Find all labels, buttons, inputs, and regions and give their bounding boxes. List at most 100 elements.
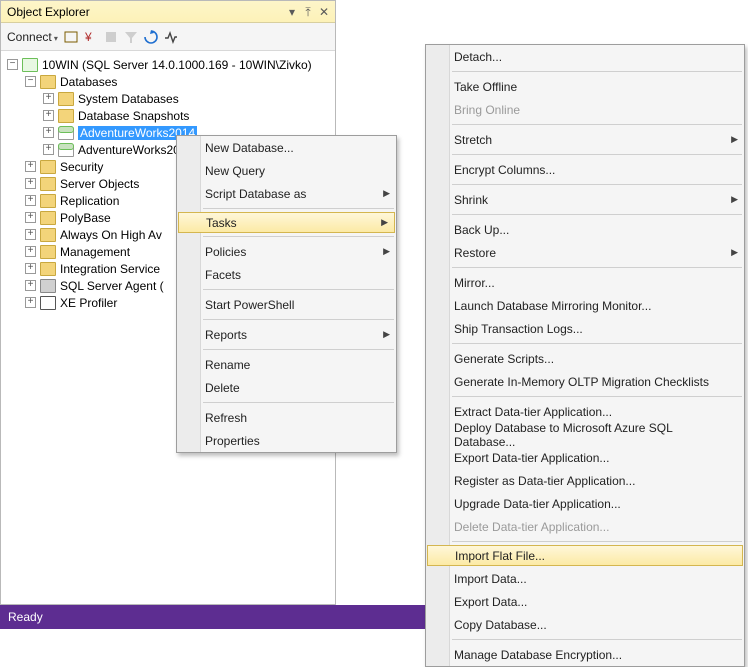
- menu-separator: [452, 184, 742, 185]
- databases-node[interactable]: − Databases: [3, 73, 333, 90]
- database-context-menu: New Database... New Query Script Databas…: [176, 135, 397, 453]
- connect-server-icon[interactable]: [64, 30, 78, 44]
- collapse-icon[interactable]: −: [7, 59, 18, 70]
- expand-icon[interactable]: +: [25, 161, 36, 172]
- menu-new-database[interactable]: New Database...: [177, 136, 396, 159]
- menu-restore[interactable]: Restore▶: [426, 241, 744, 264]
- menu-launch-mirroring-monitor[interactable]: Launch Database Mirroring Monitor...: [426, 294, 744, 317]
- menu-tasks[interactable]: Tasks▶: [178, 212, 395, 233]
- node-label: Server Objects: [60, 177, 139, 191]
- menu-ship-transaction-logs[interactable]: Ship Transaction Logs...: [426, 317, 744, 340]
- window-options-icon[interactable]: ▾: [285, 1, 299, 23]
- menu-deploy-azure[interactable]: Deploy Database to Microsoft Azure SQL D…: [426, 423, 744, 446]
- expand-icon[interactable]: +: [25, 280, 36, 291]
- menu-script-database[interactable]: Script Database as▶: [177, 182, 396, 205]
- menu-detach[interactable]: Detach...: [426, 45, 744, 68]
- menu-label: Register as Data-tier Application...: [454, 474, 635, 488]
- menu-label: Take Offline: [454, 80, 517, 94]
- menu-delete-data-tier: Delete Data-tier Application...: [426, 515, 744, 538]
- chevron-right-icon: ▶: [731, 134, 738, 145]
- menu-label: Generate In-Memory OLTP Migration Checkl…: [454, 375, 709, 389]
- activity-icon[interactable]: [164, 30, 178, 44]
- node-label: Database Snapshots: [78, 109, 189, 123]
- menu-shrink[interactable]: Shrink▶: [426, 188, 744, 211]
- status-text: Ready: [8, 610, 43, 624]
- menu-label: Ship Transaction Logs...: [454, 322, 583, 336]
- panel-title-text: Object Explorer: [7, 1, 90, 23]
- menu-separator: [452, 396, 742, 397]
- folder-icon: [40, 177, 56, 191]
- expand-icon[interactable]: +: [43, 144, 54, 155]
- menu-encrypt-columns[interactable]: Encrypt Columns...: [426, 158, 744, 181]
- menu-label: Tasks: [206, 216, 237, 230]
- database-snapshots-node[interactable]: + Database Snapshots: [3, 107, 333, 124]
- folder-icon: [58, 109, 74, 123]
- menu-back-up[interactable]: Back Up...: [426, 218, 744, 241]
- menu-start-powershell[interactable]: Start PowerShell: [177, 293, 396, 316]
- menu-label: Encrypt Columns...: [454, 163, 555, 177]
- menu-properties[interactable]: Properties: [177, 429, 396, 452]
- menu-manage-encryption[interactable]: Manage Database Encryption...: [426, 643, 744, 666]
- menu-upgrade-data-tier[interactable]: Upgrade Data-tier Application...: [426, 492, 744, 515]
- menu-label: New Database...: [205, 141, 294, 155]
- menu-facets[interactable]: Facets: [177, 263, 396, 286]
- menu-take-offline[interactable]: Take Offline: [426, 75, 744, 98]
- expand-icon[interactable]: +: [25, 263, 36, 274]
- expand-icon[interactable]: +: [25, 297, 36, 308]
- filter-icon[interactable]: [124, 30, 138, 44]
- node-label: Management: [60, 245, 130, 259]
- menu-refresh[interactable]: Refresh: [177, 406, 396, 429]
- menu-generate-oltp-checklists[interactable]: Generate In-Memory OLTP Migration Checkl…: [426, 370, 744, 393]
- menu-rename[interactable]: Rename: [177, 353, 396, 376]
- stop-icon[interactable]: [104, 30, 118, 44]
- expand-icon[interactable]: +: [25, 212, 36, 223]
- expand-icon[interactable]: +: [43, 110, 54, 121]
- menu-label: Generate Scripts...: [454, 352, 554, 366]
- menu-import-flat-file[interactable]: Import Flat File...: [427, 545, 743, 566]
- menu-generate-scripts[interactable]: Generate Scripts...: [426, 347, 744, 370]
- menu-delete[interactable]: Delete: [177, 376, 396, 399]
- server-icon: [22, 58, 38, 72]
- menu-reports[interactable]: Reports▶: [177, 323, 396, 346]
- menu-export-data-tier[interactable]: Export Data-tier Application...: [426, 446, 744, 469]
- expand-icon[interactable]: +: [25, 195, 36, 206]
- chevron-right-icon: ▶: [383, 329, 390, 340]
- disconnect-server-icon[interactable]: ¥: [84, 30, 98, 44]
- menu-new-query[interactable]: New Query: [177, 159, 396, 182]
- expand-icon[interactable]: +: [25, 229, 36, 240]
- menu-label: Start PowerShell: [205, 298, 294, 312]
- menu-label: Policies: [205, 245, 246, 259]
- system-databases-node[interactable]: + System Databases: [3, 90, 333, 107]
- refresh-icon[interactable]: [144, 30, 158, 44]
- node-label: Always On High Av: [60, 228, 162, 242]
- menu-import-data[interactable]: Import Data...: [426, 567, 744, 590]
- menu-separator: [203, 349, 394, 350]
- folder-icon: [40, 245, 56, 259]
- menu-label: New Query: [205, 164, 265, 178]
- menu-copy-database[interactable]: Copy Database...: [426, 613, 744, 636]
- menu-stretch[interactable]: Stretch▶: [426, 128, 744, 151]
- folder-icon: [40, 228, 56, 242]
- close-icon[interactable]: ✕: [317, 1, 331, 23]
- menu-label: Mirror...: [454, 276, 495, 290]
- server-node[interactable]: − 10WIN (SQL Server 14.0.1000.169 - 10WI…: [3, 56, 333, 73]
- expand-icon[interactable]: +: [43, 93, 54, 104]
- database-icon: [58, 143, 74, 157]
- agent-icon: [40, 279, 56, 293]
- node-label: PolyBase: [60, 211, 111, 225]
- menu-bring-online: Bring Online: [426, 98, 744, 121]
- collapse-icon[interactable]: −: [25, 76, 36, 87]
- expand-icon[interactable]: +: [25, 246, 36, 257]
- menu-register-data-tier[interactable]: Register as Data-tier Application...: [426, 469, 744, 492]
- expand-icon[interactable]: +: [43, 127, 54, 138]
- menu-label: Script Database as: [205, 187, 306, 201]
- server-label: 10WIN (SQL Server 14.0.1000.169 - 10WIN\…: [42, 58, 312, 72]
- menu-export-data[interactable]: Export Data...: [426, 590, 744, 613]
- menu-label: Import Flat File...: [455, 549, 545, 563]
- expand-icon[interactable]: +: [25, 178, 36, 189]
- pin-icon[interactable]: ⤒: [301, 1, 315, 23]
- menu-policies[interactable]: Policies▶: [177, 240, 396, 263]
- menu-label: Rename: [205, 358, 250, 372]
- menu-mirror[interactable]: Mirror...: [426, 271, 744, 294]
- connect-button[interactable]: Connect: [7, 30, 58, 44]
